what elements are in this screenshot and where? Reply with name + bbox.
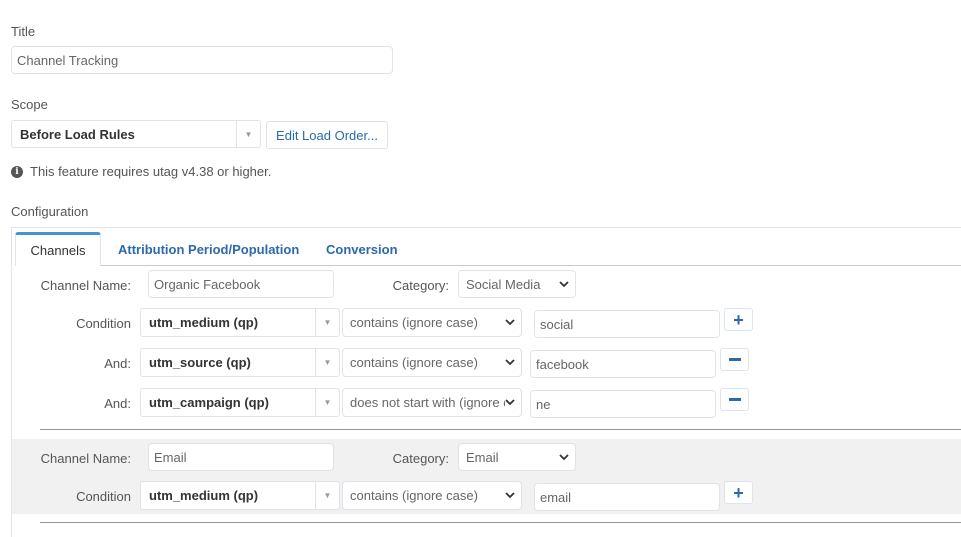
category-select[interactable]: Email [458, 443, 576, 471]
condition-value-input[interactable]: facebook [530, 350, 716, 378]
chevron-down-icon [559, 452, 569, 462]
tab-attribution-label: Attribution Period/Population [118, 242, 300, 257]
caret-down-icon[interactable]: ▼ [315, 389, 339, 416]
condition-operator-select[interactable]: contains (ignore case) [342, 308, 522, 337]
channel-name-label: Channel Name: [40, 451, 131, 466]
channel-divider [40, 429, 961, 430]
channel-name-label: Channel Name: [40, 278, 131, 293]
edit-load-order-label: Edit Load Order... [276, 127, 378, 143]
add-condition-button[interactable]: + [724, 308, 753, 331]
condition-operator-value: does not start with (ignore case) [350, 395, 505, 410]
version-notice: i This feature requires utag v4.38 or hi… [11, 164, 271, 179]
condition-value-input[interactable]: social [534, 310, 720, 338]
caret-down-icon[interactable]: ▼ [315, 349, 339, 376]
title-input[interactable]: Channel Tracking [11, 46, 393, 74]
condition-operator-select[interactable]: does not start with (ignore case) [342, 388, 522, 417]
minus-icon [728, 358, 741, 361]
condition-operator-value: contains (ignore case) [350, 315, 478, 330]
condition-label: Condition [76, 316, 131, 331]
condition-operator-value: contains (ignore case) [350, 488, 478, 503]
chevron-down-icon [505, 358, 515, 368]
condition-variable-value: utm_source (qp) [149, 355, 251, 370]
plus-icon: + [733, 482, 744, 503]
condition-variable-select[interactable]: utm_source (qp) ▼ [140, 348, 340, 377]
add-condition-button[interactable]: + [724, 481, 753, 504]
condition-variable-value: utm_medium (qp) [149, 488, 259, 503]
tab-conversion[interactable]: Conversion [326, 242, 398, 257]
scope-select-value: Before Load Rules [20, 126, 135, 142]
caret-down-icon[interactable]: ▼ [315, 309, 339, 336]
condition-value-input[interactable]: ne [530, 390, 716, 418]
channel-name-value: Organic Facebook [154, 276, 261, 292]
chevron-down-icon [559, 279, 569, 289]
category-select[interactable]: Social Media [458, 270, 576, 298]
channel-name-input[interactable]: Email [148, 443, 334, 471]
title-label: Title [11, 24, 36, 39]
condition-value: email [540, 489, 572, 505]
category-label: Category: [392, 451, 449, 466]
scope-label: Scope [11, 97, 48, 112]
condition-variable-select[interactable]: utm_medium (qp) ▼ [140, 308, 340, 337]
and-label: And: [104, 396, 131, 411]
condition-variable-value: utm_campaign (qp) [149, 395, 269, 410]
condition-variable-select[interactable]: utm_campaign (qp) ▼ [140, 388, 340, 417]
chevron-down-icon [505, 491, 515, 501]
remove-condition-button[interactable] [720, 388, 749, 411]
condition-operator-select[interactable]: contains (ignore case) [342, 481, 522, 510]
condition-variable-value: utm_medium (qp) [149, 315, 259, 330]
condition-value: ne [536, 396, 551, 412]
condition-operator-value: contains (ignore case) [350, 355, 478, 370]
category-select-value: Social Media [466, 276, 541, 292]
condition-value: social [540, 316, 574, 332]
category-select-value: Email [466, 449, 499, 465]
tab-strip-border [100, 265, 961, 266]
tab-channels[interactable]: Channels [15, 232, 101, 266]
tab-attribution-period-population[interactable]: Attribution Period/Population [118, 242, 299, 257]
edit-load-order-button[interactable]: Edit Load Order... [266, 121, 388, 149]
condition-value: facebook [536, 356, 589, 372]
tab-conversion-label: Conversion [326, 242, 398, 257]
and-label: And: [104, 356, 131, 371]
channel-divider [40, 522, 961, 523]
plus-icon: + [733, 309, 744, 330]
condition-operator-select[interactable]: contains (ignore case) [342, 348, 522, 377]
version-notice-text: This feature requires utag v4.38 or high… [30, 164, 272, 179]
chevron-down-icon [505, 398, 515, 408]
info-icon: i [11, 165, 23, 178]
minus-icon [728, 398, 741, 401]
caret-down-icon[interactable]: ▼ [315, 482, 339, 509]
condition-value-input[interactable]: email [534, 483, 720, 511]
category-label: Category: [392, 278, 449, 293]
channel-name-input[interactable]: Organic Facebook [148, 270, 334, 298]
configuration-label: Configuration [11, 204, 89, 219]
tab-channels-label: Channels [30, 243, 86, 258]
condition-label: Condition [76, 489, 131, 504]
chevron-down-icon [505, 318, 515, 328]
condition-variable-select[interactable]: utm_medium (qp) ▼ [140, 481, 340, 510]
title-input-value: Channel Tracking [17, 52, 119, 68]
scope-select[interactable]: Before Load Rules ▼ [11, 120, 261, 148]
remove-condition-button[interactable] [720, 348, 749, 371]
channel-name-value: Email [154, 449, 187, 465]
caret-down-icon[interactable]: ▼ [236, 121, 260, 147]
